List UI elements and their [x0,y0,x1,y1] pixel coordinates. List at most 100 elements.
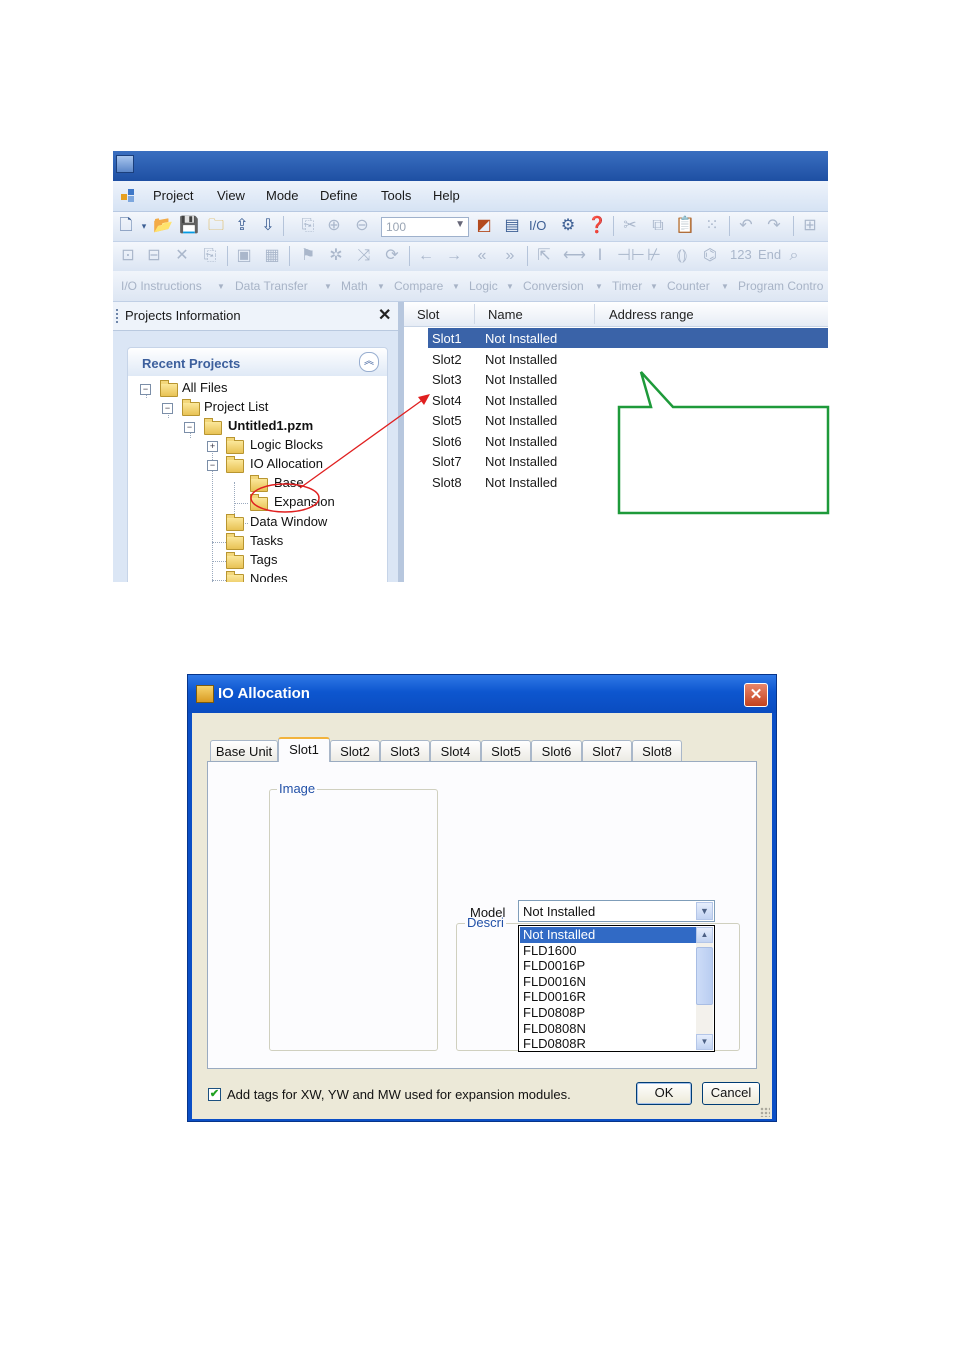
model-option[interactable]: FLD0808N [520,1021,696,1037]
tab-slot5[interactable]: Slot5 [481,740,531,761]
properties-icon[interactable]: ⎘ [201,247,219,265]
model-dropdown-list[interactable]: Not Installed FLD1600 FLD0016P FLD0016N FLD0… [518,925,715,1052]
tab-slot2[interactable]: Slot2 [330,740,380,761]
close-button[interactable]: ✕ [744,683,768,707]
redo-icon[interactable]: ↷ [765,217,783,235]
slot-row[interactable]: Slot5 Not Installed [404,410,828,430]
instr-tab-timer[interactable]: Timer [612,279,642,293]
copy-icon[interactable]: ⧉ [649,217,667,235]
scroll-down-icon[interactable]: ▼ [696,1034,713,1050]
compile-icon[interactable]: ◩ [475,217,493,235]
horizontal-line-icon[interactable]: ⟷ [563,247,586,265]
checkmark-icon[interactable]: ✔ [208,1088,221,1101]
tree-item-tasks[interactable]: Tasks [250,533,283,551]
instr-tab-counter[interactable]: Counter [667,279,710,293]
close-icon[interactable]: ✕ [378,305,391,325]
cut-icon[interactable]: ✂ [621,217,639,235]
monitor-icon[interactable]: ▣ [235,247,253,265]
slot-row[interactable]: Slot6 Not Installed [404,431,828,451]
zoom-in-icon[interactable]: ⊕ [325,217,343,235]
coil-icon[interactable]: ⦅⦆ [673,247,691,265]
arrow-right-icon[interactable]: → [445,247,463,265]
scroll-up-icon[interactable]: ▲ [696,927,713,943]
insert-icon[interactable]: ⊡ [119,247,137,265]
slot-row[interactable]: Slot3 Not Installed [404,369,828,389]
cancel-button[interactable]: Cancel [702,1082,760,1105]
contact-no-icon[interactable]: ⊣⊢ [617,247,645,265]
column-divider[interactable] [474,304,475,324]
tab-slot7[interactable]: Slot7 [582,740,632,761]
tree-item-tags[interactable]: Tags [250,552,277,570]
instr-tab-conversion[interactable]: Conversion [523,279,584,293]
double-right-icon[interactable]: » [501,247,519,265]
tree-item-project-file[interactable]: Untitled1.pzm [228,418,313,436]
io-button[interactable]: I/O [529,218,546,233]
tab-slot6[interactable]: Slot6 [531,740,582,761]
instr-tab-logic[interactable]: Logic [469,279,498,293]
paste-icon[interactable]: 📋 [675,217,695,235]
tree-item-io-allocation[interactable]: IO Allocation [250,456,323,474]
col-name[interactable]: Name [488,307,523,322]
grid-icon[interactable]: ⁙ [703,217,721,235]
slot-row[interactable]: Slot2 Not Installed [404,349,828,369]
model-option[interactable]: FLD0808P [520,1005,696,1021]
help-icon[interactable]: ❓ [587,217,607,235]
delete-icon[interactable]: ✕ [173,247,191,265]
col-address-range[interactable]: Address range [609,307,694,322]
model-option[interactable]: Not Installed [520,927,696,943]
instr-tab-program-control[interactable]: Program Contro [738,279,823,293]
tree-item-nodes[interactable]: Nodes [250,571,288,582]
menu-define[interactable]: Define [320,188,358,203]
instr-tab-compare[interactable]: Compare [394,279,443,293]
edit-icon[interactable]: ⊟ [145,247,163,265]
double-left-icon[interactable]: « [473,247,491,265]
search-icon[interactable]: ⌕ [785,247,803,265]
upload-icon[interactable]: ⇪ [233,217,251,235]
gear-icon[interactable]: ⚙ [559,217,577,235]
ok-button[interactable]: OK [636,1082,692,1105]
tree-item-base[interactable]: Base [274,475,304,493]
tree-collapse-toggle[interactable]: − [140,384,151,395]
sync-icon[interactable]: ⟳ [383,247,401,265]
menu-mode[interactable]: Mode [266,188,299,203]
instr-tab-io[interactable]: I/O Instructions [121,279,202,293]
dropdown-arrow-icon[interactable]: ▾ [135,217,153,235]
tree-item-expansion[interactable]: Expansion [274,494,335,512]
end-button[interactable]: End [758,247,781,262]
collapse-icon[interactable]: ︽ [359,352,379,372]
slot-row[interactable]: Slot8 Not Installed [404,472,828,492]
slot-row[interactable]: Slot4 Not Installed [404,390,828,410]
tree-collapse-toggle[interactable]: − [184,422,195,433]
folder-icon[interactable]: 🗀 [207,217,225,235]
vertical-line-icon[interactable]: Ⅰ [591,247,609,265]
dialog-titlebar[interactable]: IO Allocation ✕ [188,675,776,713]
tree-collapse-toggle[interactable]: − [162,403,173,414]
slot-row[interactable]: Slot7 Not Installed [404,451,828,471]
tree-item-data-window[interactable]: Data Window [250,514,327,532]
zoom-combo[interactable]: 100 ▼ [381,217,469,237]
scrollbar-thumb[interactable] [696,947,713,1005]
model-option[interactable]: FLD0016P [520,958,696,974]
tree-item-logic-blocks[interactable]: Logic Blocks [250,437,323,455]
slot-row[interactable]: Slot1 Not Installed [428,328,828,348]
menu-help[interactable]: Help [433,188,460,203]
tab-base-unit[interactable]: Base Unit [210,740,278,761]
instr-tab-math[interactable]: Math [341,279,368,293]
tab-slot1[interactable]: Slot1 [278,737,330,762]
column-divider[interactable] [594,304,595,324]
unforce-icon[interactable]: ✲ [327,247,345,265]
tree-collapse-toggle[interactable]: − [207,460,218,471]
open-folder-icon[interactable]: 📂 [153,217,173,235]
download-icon[interactable]: ⇩ [259,217,277,235]
contact-nc-icon[interactable]: ⊬ [645,247,663,265]
col-slot[interactable]: Slot [417,307,439,322]
drag-grip-icon[interactable] [116,309,120,323]
model-option[interactable]: FLD0808R [520,1036,696,1052]
instr-tab-data-transfer[interactable]: Data Transfer [235,279,308,293]
model-option[interactable]: FLD1600 [520,943,696,959]
model-select[interactable]: Not Installed ▼ [518,900,715,922]
export-icon[interactable]: ⎘ [299,217,317,235]
layout-icon[interactable]: ⊞ [801,217,819,235]
menu-tools[interactable]: Tools [381,188,411,203]
table-icon[interactable]: ▦ [263,247,281,265]
